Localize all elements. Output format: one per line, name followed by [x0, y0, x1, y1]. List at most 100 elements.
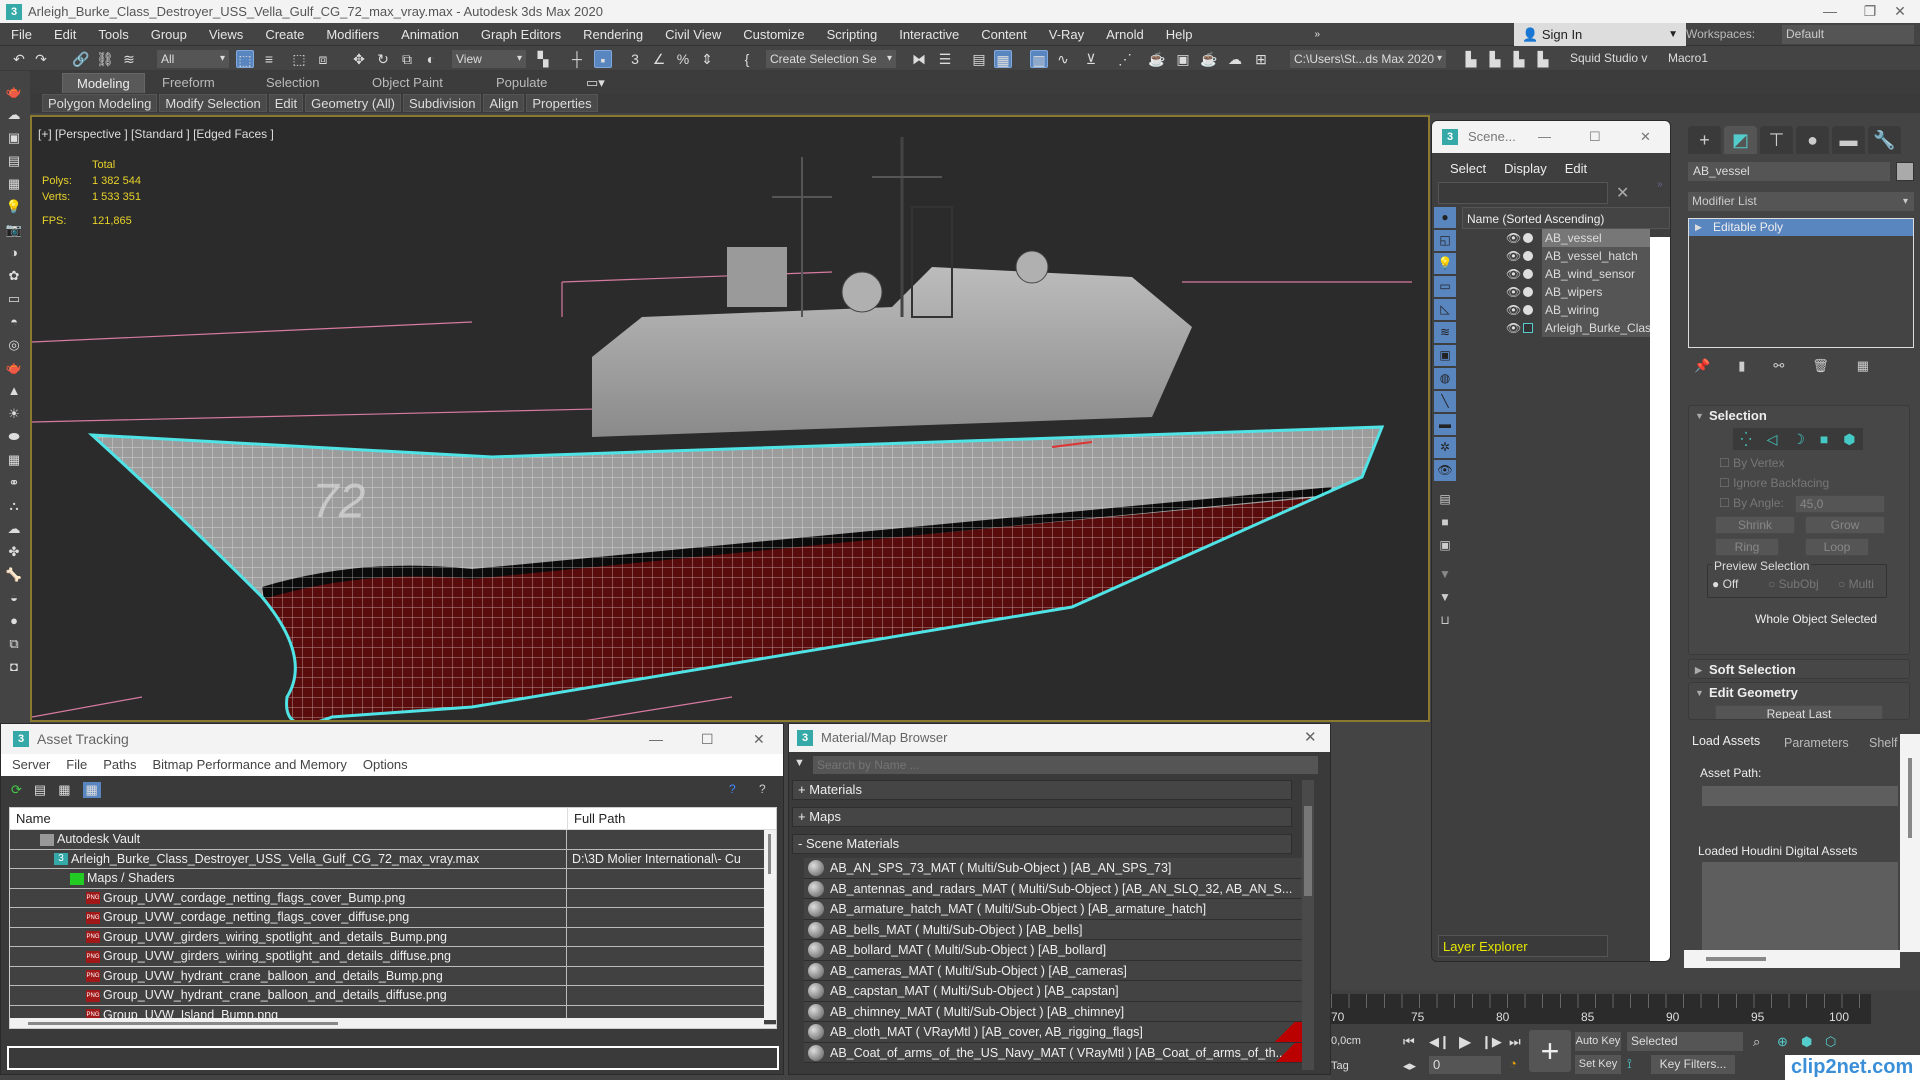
- loop-button[interactable]: Loop: [1805, 538, 1869, 556]
- filter-groups-icon[interactable]: ▣: [1434, 345, 1456, 366]
- pin-stack-icon[interactable]: 📌: [1694, 358, 1710, 374]
- visibility-eye-icon[interactable]: 👁: [1506, 229, 1521, 247]
- rotate-icon[interactable]: ↻: [374, 50, 392, 68]
- percent-snap-icon[interactable]: %: [674, 50, 692, 68]
- scene-row[interactable]: 👁 AB_wipers: [1462, 283, 1670, 301]
- vray-fur-icon[interactable]: ☁: [0, 517, 28, 540]
- place-icon[interactable]: ◐: [422, 50, 440, 68]
- minimize-button[interactable]: —: [1538, 121, 1551, 153]
- spinner-snap-icon[interactable]: ⇕: [698, 50, 716, 68]
- ribbon-options-icon[interactable]: ▭▾: [586, 73, 605, 93]
- panel-polygon-modeling[interactable]: Polygon Modeling: [42, 94, 158, 112]
- ring-button[interactable]: Ring: [1715, 538, 1779, 556]
- asset-row[interactable]: PNG Group_UVW_hydrant_crane_balloon_and_d…: [10, 966, 776, 986]
- visibility-eye-icon[interactable]: 👁: [1506, 265, 1521, 283]
- hierarchy-tab-icon[interactable]: ⊤: [1760, 126, 1793, 154]
- loaded-assets-list[interactable]: [1702, 862, 1898, 950]
- tab-modeling[interactable]: Modeling: [62, 73, 145, 93]
- menu-graph-editors[interactable]: Graph Editors: [470, 27, 572, 42]
- object-name-field[interactable]: AB_vessel: [1688, 162, 1890, 181]
- soft-selection-header[interactable]: Soft Selection: [1689, 660, 1909, 680]
- close-button[interactable]: ✕: [1304, 724, 1317, 752]
- key-mode-toggle-icon[interactable]: ◂▸: [1403, 1058, 1416, 1074]
- physical-camera-icon[interactable]: ◑: [0, 241, 28, 264]
- previous-frame-icon[interactable]: ◀❙: [1429, 1034, 1450, 1050]
- auto-key-button[interactable]: Auto Key: [1575, 1032, 1621, 1051]
- material-row[interactable]: AB_chimney_MAT ( Multi/Sub-Object ) [AB_…: [804, 1001, 1302, 1022]
- next-frame-icon[interactable]: ❙▶: [1481, 1034, 1502, 1050]
- key-filters-button[interactable]: Key Filters...: [1651, 1055, 1735, 1074]
- freeze-dot-icon[interactable]: [1523, 269, 1533, 279]
- menu-options[interactable]: Options: [363, 754, 408, 776]
- light-lister-icon[interactable]: 💡: [0, 195, 28, 218]
- menu-help[interactable]: Help: [1155, 27, 1204, 42]
- workspaces-select[interactable]: Default: [1782, 25, 1914, 44]
- sun-icon[interactable]: ☀: [0, 402, 28, 425]
- list-icon[interactable]: ▤: [0, 149, 28, 172]
- ignore-backfacing-checkbox[interactable]: ☐ Ignore Backfacing: [1719, 476, 1829, 490]
- stack-item-editable-poly[interactable]: Editable Poly: [1689, 219, 1913, 236]
- minimize-button[interactable]: —: [1810, 0, 1850, 23]
- material-row[interactable]: AB_bells_MAT ( Multi/Sub-Object ) [AB_be…: [804, 919, 1302, 940]
- vertex-icon[interactable]: ⁛: [1740, 431, 1751, 448]
- asset-hscrollbar[interactable]: [10, 1018, 764, 1028]
- project-folder-dropdown[interactable]: C:\Users\St...ds Max 2020: [1290, 50, 1446, 68]
- filter-lights-icon[interactable]: 💡: [1434, 253, 1456, 274]
- play-icon[interactable]: ▶: [1459, 1032, 1471, 1052]
- menu-civil-view[interactable]: Civil View: [654, 27, 732, 42]
- vray-clipper-icon[interactable]: 🦴: [0, 563, 28, 586]
- menu-file[interactable]: File: [66, 754, 87, 776]
- scale-icon[interactable]: ⧉: [398, 50, 416, 68]
- ambient-light-icon[interactable]: ⬬: [0, 425, 28, 448]
- menu-group[interactable]: Group: [140, 27, 198, 42]
- edit-geometry-header[interactable]: Edit Geometry: [1689, 683, 1909, 703]
- material-row[interactable]: AB_cameras_MAT ( Multi/Sub-Object ) [AB_…: [804, 960, 1302, 981]
- material-search-input[interactable]: [813, 756, 1318, 774]
- menu-views[interactable]: Views: [198, 27, 254, 42]
- menu-content[interactable]: Content: [970, 27, 1038, 42]
- menu-create[interactable]: Create: [254, 27, 315, 42]
- pivot-center-icon[interactable]: ▚: [534, 50, 552, 68]
- rendered-frame-window-icon[interactable]: ▣: [1174, 50, 1192, 68]
- cloud-icon[interactable]: ☁: [0, 103, 28, 126]
- configure-modifier-sets-icon[interactable]: ▦: [1857, 358, 1869, 374]
- snaps-toggle-icon[interactable]: 3: [626, 50, 644, 68]
- render-window-icon[interactable]: ▣: [0, 126, 28, 149]
- menu-display[interactable]: Display: [1504, 161, 1547, 183]
- material-row[interactable]: AB_antennas_and_radars_MAT ( Multi/Sub-O…: [804, 878, 1302, 899]
- filter-settings-icon[interactable]: ▼: [1434, 564, 1456, 585]
- redo-icon[interactable]: ↷: [32, 50, 50, 68]
- vray-object-icon[interactable]: ✿: [0, 264, 28, 287]
- menu-arnold[interactable]: Arnold: [1095, 27, 1155, 42]
- close-button[interactable]: ✕: [1640, 121, 1651, 153]
- menu-modifiers[interactable]: Modifiers: [315, 27, 390, 42]
- layer-explorer-dropdown[interactable]: Layer Explorer: [1438, 935, 1608, 957]
- element-icon[interactable]: ⬢: [1843, 431, 1855, 448]
- move-icon[interactable]: ✥: [350, 50, 368, 68]
- panel-modify-selection[interactable]: Modify Selection: [159, 94, 267, 112]
- time-configuration-icon[interactable]: ◔: [1509, 1056, 1517, 1071]
- tab-freeform[interactable]: Freeform: [162, 73, 215, 93]
- modify-tab-icon[interactable]: ◩: [1724, 126, 1757, 154]
- polygon-icon[interactable]: ■: [1820, 431, 1828, 447]
- menu-server[interactable]: Server: [12, 754, 50, 776]
- group-maps[interactable]: + Maps: [792, 807, 1292, 827]
- container-icon[interactable]: ⊔: [1434, 610, 1456, 631]
- key-mode-dropdown[interactable]: Selected: [1627, 1032, 1743, 1051]
- tab-selection[interactable]: Selection: [266, 73, 319, 93]
- reference-coordinate-dropdown[interactable]: View: [452, 50, 526, 68]
- menu-tools[interactable]: Tools: [87, 27, 139, 42]
- freeze-dot-icon[interactable]: [1523, 251, 1533, 261]
- asset-row[interactable]: 3 Arleigh_Burke_Class_Destroyer_USS_Vella…: [10, 849, 776, 869]
- asset-row[interactable]: PNG Group_UVW_girders_wiring_spotlight_an…: [10, 947, 776, 967]
- camera-icon[interactable]: 📷: [0, 218, 28, 241]
- visibility-eye-icon[interactable]: 👁: [1506, 319, 1521, 337]
- viewport-perspective[interactable]: [+] [Perspective ] [Standard ] [Edged Fa…: [30, 115, 1430, 722]
- asset-row[interactable]: PNG Group_UVW_cordage_netting_flags_cover…: [10, 908, 776, 928]
- scene-column-header[interactable]: Name (Sorted Ascending): [1462, 207, 1670, 229]
- motion-tab-icon[interactable]: ●: [1796, 126, 1829, 154]
- material-row[interactable]: AB_AN_SPS_73_MAT ( Multi/Sub-Object ) [A…: [804, 858, 1302, 879]
- sign-in-button[interactable]: 👤 Sign In ▼: [1514, 23, 1686, 46]
- scene-row[interactable]: 👁 AB_vessel_hatch: [1462, 247, 1670, 265]
- menu-paths[interactable]: Paths: [103, 754, 136, 776]
